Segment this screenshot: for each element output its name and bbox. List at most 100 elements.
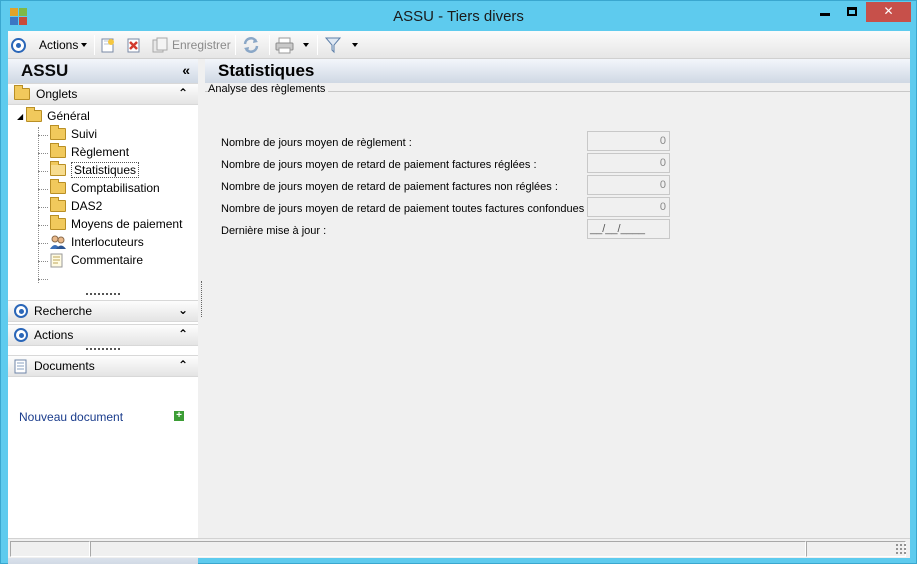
tree-root-label: Général (47, 109, 90, 123)
delete-button[interactable] (126, 35, 142, 55)
group-label: Analyse des règlements (208, 83, 329, 95)
status-cell (10, 541, 90, 557)
last-update-field: __/__/____ (587, 219, 670, 239)
maximize-icon (847, 7, 857, 17)
folder-icon (50, 179, 66, 194)
avg-delay-unpaid-field: 0 (587, 175, 670, 195)
section-recherche-label: Recherche (34, 304, 93, 318)
status-cell (90, 541, 806, 557)
field-label-avg-delay-all: Nombre de jours moyen de retard de paiem… (221, 203, 591, 215)
folder-icon (26, 107, 43, 122)
folder-icon (50, 215, 66, 230)
print-options-button[interactable] (300, 35, 309, 55)
avg-delay-paid-field: 0 (587, 153, 670, 173)
close-button[interactable]: ✕ (866, 2, 911, 22)
chevron-down-icon (303, 43, 309, 47)
tree-item-label: Moyens de paiement (71, 217, 183, 231)
new-document-icon (101, 38, 114, 53)
panel-splitter[interactable] (201, 281, 202, 317)
folder-icon (50, 197, 66, 212)
field-label-avg-payment-days: Nombre de jours moyen de règlement : (221, 137, 412, 149)
actions-menu-label: Actions (39, 38, 79, 52)
minimize-icon (820, 13, 830, 17)
section-actions[interactable]: Actions ⌃ (8, 324, 198, 346)
document-icon (14, 359, 27, 373)
minimize-button[interactable] (812, 2, 838, 22)
chevron-up-icon[interactable]: ⌃ (178, 358, 188, 372)
refresh-button[interactable] (242, 35, 260, 55)
tree-item-statistiques[interactable]: Statistiques (50, 161, 140, 179)
tree-item-label: Suivi (71, 127, 98, 141)
window-title: ASSU - Tiers divers (393, 8, 524, 25)
tree-item-interlocuteurs[interactable]: Interlocuteurs (50, 233, 144, 251)
field-label-last-update: Dernière mise à jour : (221, 225, 327, 237)
toolbar-separator (94, 35, 95, 55)
filter-options-button[interactable] (349, 35, 358, 55)
navigation-panel: ASSU « Onglets ⌃ ◢ Général Suivi Règleme… (8, 59, 198, 564)
toolbar-separator (269, 35, 270, 55)
tree-item-label: DAS2 (71, 199, 103, 213)
toolbar: Actions Enregistrer (8, 31, 910, 59)
section-actions-label: Actions (34, 328, 74, 342)
filter-icon (324, 37, 342, 54)
tree-item-reglement[interactable]: Règlement (50, 143, 129, 161)
refresh-icon (243, 37, 259, 53)
chevron-up-icon[interactable]: ⌃ (178, 86, 188, 100)
chevron-down-icon (352, 43, 358, 47)
navigation-header: ASSU « (8, 59, 198, 83)
status-bar (8, 538, 910, 558)
chevron-up-icon[interactable]: ⌃ (178, 327, 188, 341)
field-label-avg-delay-unpaid: Nombre de jours moyen de retard de paiem… (221, 181, 558, 193)
people-icon (50, 235, 66, 249)
avg-delay-all-field: 0 (587, 197, 670, 217)
new-button[interactable] (100, 35, 116, 55)
collapse-panel-icon[interactable]: « (182, 62, 190, 78)
actions-ring-icon[interactable] (11, 35, 26, 55)
save-label: Enregistrer (172, 38, 231, 52)
tree-item-comptabilisation[interactable]: Comptabilisation (50, 179, 160, 197)
note-icon (50, 253, 63, 267)
new-document-link[interactable]: Nouveau document (19, 410, 123, 424)
section-documents[interactable]: Documents ⌃ (8, 355, 198, 377)
tree-item-das2[interactable]: DAS2 (50, 197, 102, 215)
tree-item-commentaire[interactable]: Commentaire (50, 251, 143, 269)
save-icon (152, 37, 168, 53)
avg-payment-days-field: 0 (587, 131, 670, 151)
section-onglets[interactable]: Onglets ⌃ (8, 83, 198, 105)
tree-item-suivi[interactable]: Suivi (50, 125, 97, 143)
section-resize-grip[interactable] (86, 348, 120, 351)
tree-item-moyens-de-paiement[interactable]: Moyens de paiement (50, 215, 182, 233)
actions-menu-button[interactable]: Actions (39, 35, 88, 55)
app-window: ASSU - Tiers divers ✕ Actions Enregistre… (0, 0, 917, 564)
section-resize-grip[interactable] (86, 293, 120, 296)
tree-item-label: Interlocuteurs (71, 235, 144, 249)
open-folder-icon (50, 161, 66, 176)
section-documents-label: Documents (34, 359, 95, 373)
actions-ring-icon (14, 328, 28, 342)
tree-item-label: Commentaire (71, 253, 144, 267)
page-title: Statistiques (218, 61, 315, 80)
folder-icon (50, 125, 66, 140)
status-cell (806, 541, 906, 557)
folder-icon (14, 85, 30, 100)
main-header: Statistiques (205, 59, 910, 83)
chevron-down-icon (81, 43, 88, 47)
filter-button[interactable] (324, 35, 342, 55)
tree-root-general[interactable]: ◢ Général (17, 107, 90, 125)
maximize-button[interactable] (839, 2, 865, 22)
tabs-tree: ◢ Général Suivi Règlement Statistiques C… (8, 107, 198, 307)
section-recherche[interactable]: Recherche ⌄ (8, 300, 198, 322)
chevron-down-icon[interactable]: ⌄ (178, 303, 188, 317)
tree-item-label: Règlement (71, 145, 130, 159)
toolbar-separator (235, 35, 236, 55)
tree-item-label: Comptabilisation (71, 181, 160, 195)
add-document-icon[interactable]: + (174, 411, 184, 421)
toolbar-separator (317, 35, 318, 55)
resize-grip-icon[interactable] (895, 543, 906, 554)
title-bar[interactable]: ASSU - Tiers divers ✕ (1, 1, 916, 31)
print-button[interactable] (275, 35, 295, 55)
expand-triangle-icon[interactable]: ◢ (17, 112, 23, 121)
folder-icon (50, 143, 66, 158)
tree-item-label: Statistiques (71, 162, 140, 178)
save-button[interactable]: Enregistrer (152, 35, 231, 55)
